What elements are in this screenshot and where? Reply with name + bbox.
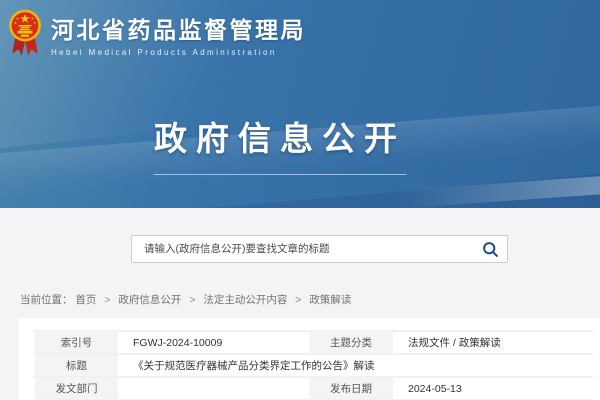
agency-logo-link[interactable]: 河北省药品监督管理局 Hebei Medical Products Admini… (8, 9, 306, 59)
breadcrumb-separator: > (189, 294, 195, 306)
national-emblem-icon (8, 9, 42, 59)
breadcrumb-separator: > (104, 294, 110, 306)
topic-category-value: 法规文件 / 政策解读 (395, 332, 593, 353)
issuing-department-label: 发文部门 (33, 378, 120, 399)
breadcrumb: 当前位置： 首页 > 政府信息公开 > 法定主动公开内容 > 政策解读 (20, 292, 351, 307)
issuing-department-value (120, 378, 307, 399)
search-input[interactable] (132, 236, 473, 262)
search-icon (482, 241, 499, 258)
agency-name-english: Hebei Medical Products Administration (51, 48, 306, 57)
banner-dark-wedge (210, 174, 600, 208)
document-info-table: 索引号 FGWJ-2024-10009 主题分类 法规文件 / 政策解读 标题 … (33, 330, 593, 400)
search-box (131, 235, 508, 263)
breadcrumb-separator: > (295, 294, 301, 306)
document-title-label: 标题 (33, 355, 120, 376)
publish-date-label: 发布日期 (307, 378, 395, 399)
content-area: 当前位置： 首页 > 政府信息公开 > 法定主动公开内容 > 政策解读 索引号 … (0, 208, 600, 400)
document-info-card: 索引号 FGWJ-2024-10009 主题分类 法规文件 / 政策解读 标题 … (18, 318, 600, 400)
index-number-value: FGWJ-2024-10009 (120, 332, 307, 353)
banner-underline (154, 174, 407, 175)
topic-category-label: 主题分类 (307, 332, 395, 353)
page-title: 政府信息公开 (154, 112, 407, 160)
breadcrumb-current-policy-interpretation: 政策解读 (309, 294, 351, 306)
banner-light-streak (360, 175, 600, 208)
site-header: 河北省药品监督管理局 Hebei Medical Products Admini… (0, 0, 600, 208)
agency-name: 河北省药品监督管理局 (51, 11, 306, 45)
banner-title-block: 政府信息公开 (154, 112, 407, 175)
table-row-index: 索引号 FGWJ-2024-10009 主题分类 法规文件 / 政策解读 (33, 332, 593, 355)
document-title-value: 《关于规范医疗器械产品分类界定工作的公告》解读 (120, 355, 593, 376)
breadcrumb-prefix: 当前位置： (20, 294, 73, 306)
index-number-label: 索引号 (33, 332, 120, 353)
breadcrumb-gov-info[interactable]: 政府信息公开 (118, 294, 181, 306)
search-button[interactable] (473, 236, 507, 262)
table-row-title: 标题 《关于规范医疗器械产品分类界定工作的公告》解读 (33, 355, 593, 378)
agency-text-block: 河北省药品监督管理局 Hebei Medical Products Admini… (51, 11, 306, 57)
breadcrumb-proactive-disclosure[interactable]: 法定主动公开内容 (203, 294, 287, 306)
publish-date-value: 2024-05-13 (395, 378, 593, 399)
table-row-department: 发文部门 发布日期 2024-05-13 (33, 378, 593, 400)
breadcrumb-home[interactable]: 首页 (75, 294, 96, 306)
